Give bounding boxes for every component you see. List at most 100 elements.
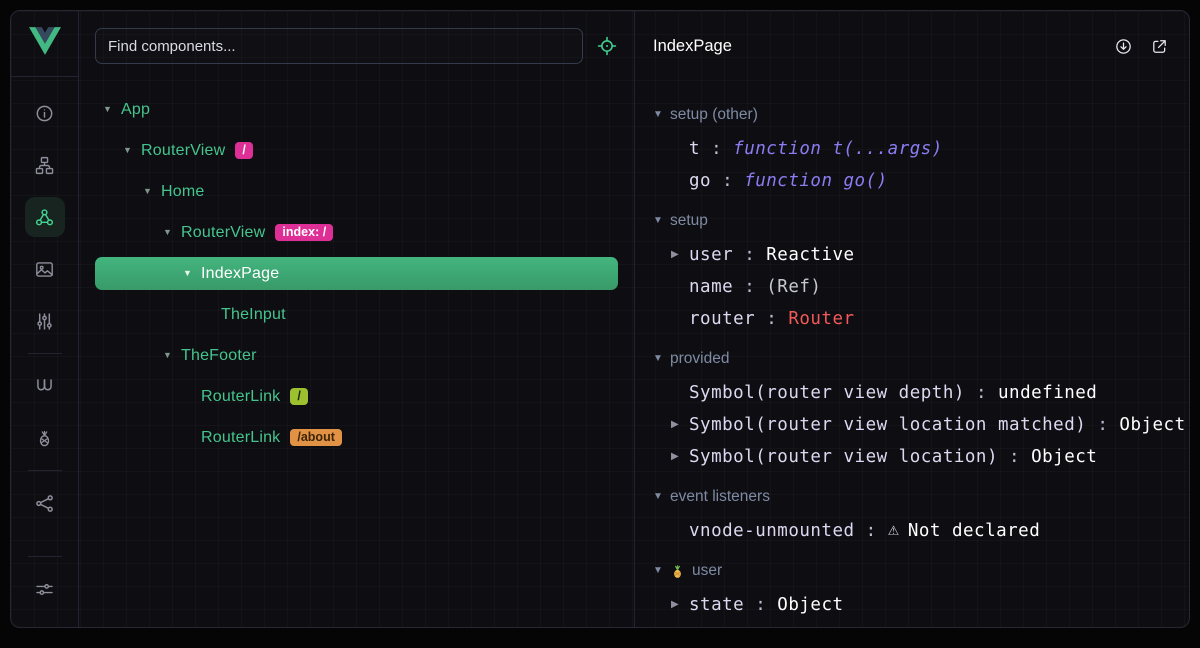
expand-caret-icon[interactable] xyxy=(671,600,689,610)
tree-row-theinput-5[interactable]: TheInput xyxy=(95,294,618,335)
property-value: Not declared xyxy=(908,521,1040,541)
property-value: (Ref) xyxy=(766,277,821,297)
tree-row-line: Home xyxy=(95,175,618,208)
tree-row-thefooter-6[interactable]: TheFooter xyxy=(95,335,618,376)
property-row[interactable]: name(Ref) xyxy=(653,271,1189,303)
property-value: function t(...args) xyxy=(733,139,943,159)
colon-separator xyxy=(700,139,733,159)
tree-row-line: RouterLink / xyxy=(95,380,618,413)
collapse-caret-icon[interactable] xyxy=(653,566,670,576)
property-row[interactable]: vnode-unmounted⚠Not declared xyxy=(653,515,1189,547)
colon-separator xyxy=(855,521,888,541)
inspector-body: setup (other) t function t(...args) gofunct… xyxy=(635,81,1189,627)
property-value: undefined xyxy=(998,383,1097,403)
route-badge: /about xyxy=(290,429,342,447)
collapse-caret-icon[interactable] xyxy=(653,110,670,120)
route-badge: / xyxy=(235,142,252,160)
tree-row-routerview-1[interactable]: RouterView / xyxy=(95,130,618,171)
sidebar-item-settings[interactable] xyxy=(25,569,65,609)
property-row[interactable]: Symbol(router view location matched) Obje… xyxy=(653,409,1189,441)
expand-caret-icon[interactable] xyxy=(163,351,181,360)
settings-icon xyxy=(34,579,55,600)
section-label: setup xyxy=(670,212,708,230)
expand-caret-icon[interactable] xyxy=(163,228,181,237)
route-badge: / xyxy=(290,388,307,406)
section-header[interactable]: provided xyxy=(653,341,1189,377)
section-setup: setup userReactivename(Ref)routerRouter xyxy=(653,203,1189,335)
tree-row-indexpage-4[interactable]: IndexPage xyxy=(95,253,618,294)
property-row[interactable]: stateObject xyxy=(653,589,1189,621)
tree-row-line: RouterViewindex: / xyxy=(95,216,618,249)
component-name: IndexPage xyxy=(201,265,279,283)
component-name: TheFooter xyxy=(181,347,257,365)
section-label: user xyxy=(692,562,722,580)
section-label: setup (other) xyxy=(670,106,758,124)
property-row[interactable]: Symbol(router view depth)undefined xyxy=(653,377,1189,409)
tree-row-app-0[interactable]: App xyxy=(95,89,618,130)
expand-caret-icon[interactable] xyxy=(671,420,689,430)
tree-row-routerlink-8[interactable]: RouterLink/about xyxy=(95,417,618,458)
tree-row-line: IndexPage xyxy=(95,257,618,290)
devtools-window: App RouterView / Home RouterViewindex: / Inde… xyxy=(10,10,1190,628)
property-value: Object xyxy=(1119,415,1185,435)
section-header[interactable]: setup (other) xyxy=(653,97,1189,133)
scroll-to-component-icon[interactable] xyxy=(1114,37,1133,56)
section-label: provided xyxy=(670,350,729,368)
section-provided: provided Symbol(router view depth)undefin… xyxy=(653,341,1189,473)
inspector-header: IndexPage xyxy=(635,11,1189,81)
colon-separator xyxy=(744,595,777,615)
property-row[interactable]: Symbol(router view location)Object xyxy=(653,441,1189,473)
tree-row-line: RouterView / xyxy=(95,134,618,167)
property-key: Symbol(router view location matched) xyxy=(689,415,1086,435)
tree-row-line: TheInput xyxy=(95,298,618,331)
property-row[interactable]: routerRouter xyxy=(653,303,1189,335)
tree-toolbar xyxy=(79,11,634,81)
component-name: TheInput xyxy=(221,306,286,324)
sidebar-item-router[interactable] xyxy=(25,366,65,406)
sidebar-nav xyxy=(11,77,78,627)
tree-row-routerlink-7[interactable]: RouterLink / xyxy=(95,376,618,417)
search-input[interactable] xyxy=(108,38,570,55)
expand-caret-icon[interactable] xyxy=(671,250,689,260)
collapse-caret-icon[interactable] xyxy=(653,492,670,502)
section-header[interactable]: user xyxy=(653,553,1189,589)
expand-caret-icon[interactable] xyxy=(183,269,201,278)
sidebar-item-pinia[interactable] xyxy=(25,418,65,458)
section-header[interactable]: event listeners xyxy=(653,479,1189,515)
expand-caret-icon[interactable] xyxy=(143,187,161,196)
component-name: RouterLink xyxy=(201,388,280,406)
colon-separator xyxy=(711,171,744,191)
component-name: App xyxy=(121,101,150,119)
tree-row-routerview-3[interactable]: RouterViewindex: / xyxy=(95,212,618,253)
sidebar-item-outline[interactable] xyxy=(25,145,65,185)
inspect-component-crosshair-icon[interactable] xyxy=(596,35,618,57)
component-name: RouterView xyxy=(141,142,225,160)
pinia-icon xyxy=(34,428,55,449)
collapse-caret-icon[interactable] xyxy=(653,354,670,364)
property-row[interactable]: userReactive xyxy=(653,239,1189,271)
component-name: Home xyxy=(161,183,204,201)
section-header[interactable]: setup xyxy=(653,203,1189,239)
colon-separator xyxy=(733,277,766,297)
sidebar-item-assets[interactable] xyxy=(25,249,65,289)
sidebar-item-timeline[interactable] xyxy=(25,301,65,341)
expand-caret-icon[interactable] xyxy=(123,146,141,155)
property-value: Reactive xyxy=(766,245,854,265)
property-row[interactable]: gettersObject xyxy=(653,621,1189,627)
section-label: event listeners xyxy=(670,488,770,506)
property-row[interactable]: t function t(...args) xyxy=(653,133,1189,165)
sidebar-item-overview[interactable] xyxy=(25,93,65,133)
inspector-actions xyxy=(1114,37,1169,56)
collapse-caret-icon[interactable] xyxy=(653,216,670,226)
property-row[interactable]: gofunction go() xyxy=(653,165,1189,197)
sidebar-item-components[interactable] xyxy=(25,197,65,237)
expand-caret-icon[interactable] xyxy=(671,452,689,462)
component-name: RouterLink xyxy=(201,429,280,447)
expand-caret-icon[interactable] xyxy=(103,105,121,114)
tree-row-home-2[interactable]: Home xyxy=(95,171,618,212)
outline-icon xyxy=(34,155,55,176)
sidebar-item-graph[interactable] xyxy=(25,483,65,523)
property-key: t xyxy=(689,139,700,159)
open-in-editor-icon[interactable] xyxy=(1150,37,1169,56)
colon-separator xyxy=(998,447,1031,467)
